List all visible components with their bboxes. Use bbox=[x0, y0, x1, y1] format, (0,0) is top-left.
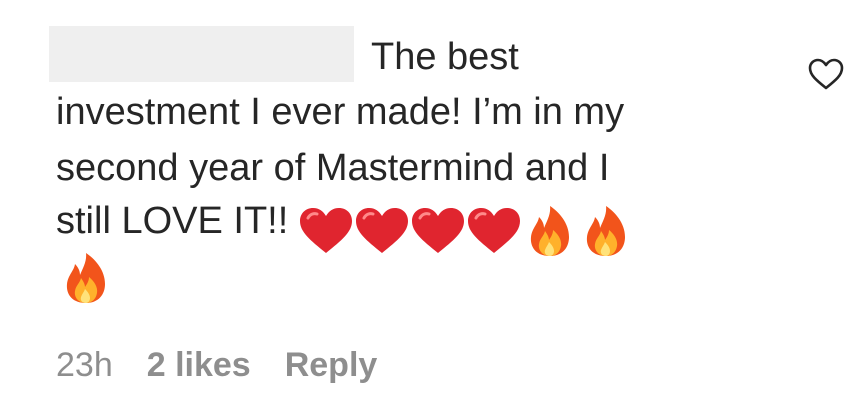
red-heart-emoji-icon bbox=[466, 206, 522, 256]
red-heart-emoji-icon bbox=[354, 206, 410, 256]
comment-meta: 23h 2 likes Reply bbox=[56, 346, 411, 385]
emoji-row bbox=[298, 204, 634, 258]
comment-text-line-2: investment I ever made! I’m in my bbox=[56, 91, 625, 133]
comment-text-line-4: still LOVE IT!! bbox=[56, 198, 634, 258]
fire-emoji-icon bbox=[58, 251, 114, 305]
comment-text-line-1: The best bbox=[371, 36, 519, 78]
reply-button[interactable]: Reply bbox=[285, 346, 378, 384]
comment-text-line-4-text: still LOVE IT!! bbox=[56, 200, 289, 242]
comment-text-line-3: second year of Mastermind and I bbox=[56, 147, 610, 189]
likes-count[interactable]: 2 likes bbox=[147, 346, 251, 384]
comment-timestamp[interactable]: 23h bbox=[56, 346, 113, 384]
fire-emoji-icon bbox=[522, 204, 578, 258]
redacted-username bbox=[49, 26, 354, 82]
fire-emoji-icon bbox=[578, 204, 634, 258]
red-heart-emoji-icon bbox=[298, 206, 354, 256]
like-heart-icon[interactable] bbox=[806, 54, 846, 94]
red-heart-emoji-icon bbox=[410, 206, 466, 256]
